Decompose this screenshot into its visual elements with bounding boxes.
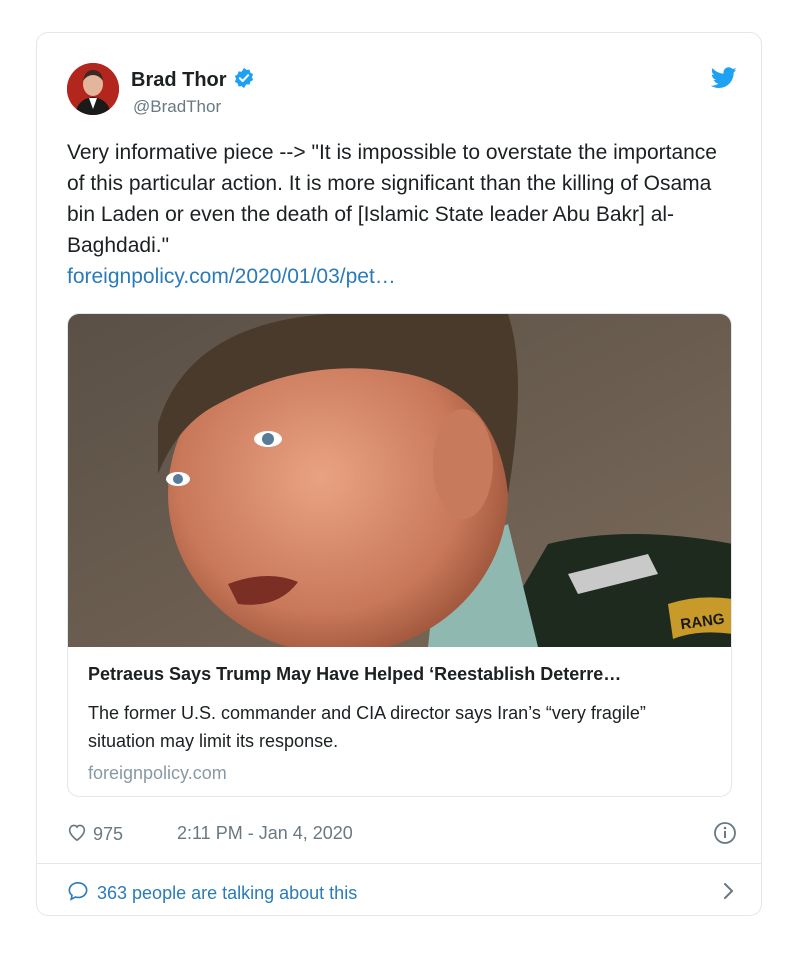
twitter-bird-icon[interactable] — [710, 67, 737, 89]
like-button[interactable]: 975 — [67, 823, 123, 846]
link-description: The former U.S. commander and CIA direct… — [88, 703, 646, 751]
chevron-right-icon[interactable] — [721, 881, 737, 901]
avatar[interactable] — [67, 63, 119, 115]
author-name[interactable]: Brad Thor — [131, 69, 227, 92]
speech-bubble-icon — [67, 881, 89, 906]
link-title[interactable]: Petraeus Says Trump May Have Helped ‘Ree… — [88, 664, 713, 685]
talking-count-text[interactable]: 363 people are talking about this — [97, 883, 357, 904]
tweet-card: Brad Thor @BradThor Very informative pie… — [36, 32, 762, 916]
author-handle[interactable]: @BradThor — [133, 97, 221, 117]
tweet-text: Very informative piece --> "It is imposs… — [67, 137, 737, 292]
link-preview-card[interactable]: RANG Petraeus Says Trump May Have Helped… — [67, 313, 732, 797]
heart-icon — [67, 823, 87, 846]
divider — [37, 863, 761, 864]
info-icon[interactable] — [713, 821, 737, 845]
tweet-link[interactable]: foreignpolicy.com/2020/01/03/pet… — [67, 265, 396, 288]
tweet-body: Very informative piece --> "It is imposs… — [67, 141, 717, 257]
verified-badge-icon — [233, 67, 255, 94]
tweet-header: Brad Thor @BradThor — [67, 63, 737, 119]
tweet-meta: 975 2:11 PM - Jan 4, 2020 — [67, 819, 737, 849]
tweet-timestamp[interactable]: 2:11 PM - Jan 4, 2020 — [177, 823, 353, 844]
conversation-link[interactable]: 363 people are talking about this — [67, 877, 737, 907]
link-domain: foreignpolicy.com — [88, 763, 227, 783]
link-preview-body: Petraeus Says Trump May Have Helped ‘Ree… — [88, 664, 713, 784]
link-preview-image[interactable]: RANG — [68, 314, 731, 654]
like-count: 975 — [93, 824, 124, 844]
